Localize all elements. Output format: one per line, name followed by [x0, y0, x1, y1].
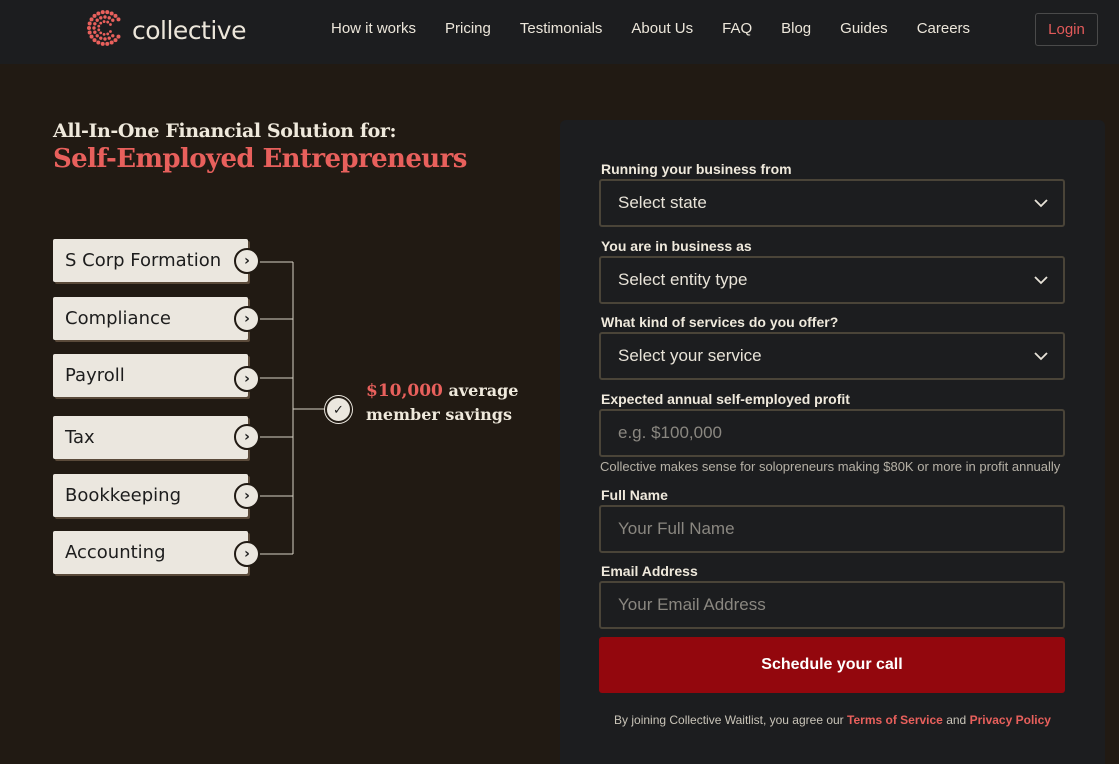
- nav-link-about-us[interactable]: About Us: [631, 20, 693, 37]
- service-item-bookkeeping[interactable]: Bookkeeping ›: [53, 474, 260, 517]
- privacy-policy-link[interactable]: Privacy Policy: [970, 713, 1051, 727]
- service-item-tax[interactable]: Tax ›: [53, 416, 260, 459]
- service-item-accounting[interactable]: Accounting ›: [53, 531, 260, 574]
- service-label: Tax: [65, 427, 95, 448]
- savings-callout: $10,000 average member savings: [366, 379, 518, 427]
- service-item-payroll[interactable]: Payroll ›: [53, 354, 260, 397]
- service-select[interactable]: Select your service: [599, 332, 1065, 380]
- profit-input[interactable]: e.g. $100,000: [599, 409, 1065, 457]
- nav-link-pricing[interactable]: Pricing: [445, 20, 491, 37]
- chevron-right-icon: ›: [234, 483, 260, 509]
- nav-links: How it works Pricing Testimonials About …: [331, 20, 999, 37]
- savings-text-average: average: [448, 381, 519, 400]
- chevron-right-icon: ›: [234, 424, 260, 450]
- entity-select[interactable]: Select entity type: [599, 256, 1065, 304]
- savings-amount: $10,000: [366, 381, 443, 401]
- chevron-down-icon: [1034, 276, 1048, 285]
- terms-of-service-link[interactable]: Terms of Service: [847, 713, 943, 727]
- entity-select-value: Select entity type: [618, 270, 748, 289]
- chevron-right-icon: ›: [234, 541, 260, 567]
- nav-link-faq[interactable]: FAQ: [722, 20, 752, 37]
- service-label: Payroll: [65, 365, 125, 386]
- entity-label: You are in business as: [601, 238, 752, 254]
- profit-hint: Collective makes sense for solopreneurs …: [600, 459, 1061, 474]
- full-name-label: Full Name: [601, 487, 668, 503]
- checkmark-icon: ✓: [325, 396, 352, 423]
- service-item-s-corp-formation[interactable]: S Corp Formation ›: [53, 239, 260, 282]
- service-type-label: What kind of services do you offer?: [601, 314, 839, 330]
- service-select-value: Select your service: [618, 346, 762, 365]
- email-input[interactable]: Your Email Address: [599, 581, 1065, 629]
- chevron-right-icon: ›: [234, 366, 260, 392]
- service-label: Compliance: [65, 308, 171, 329]
- nav-link-careers[interactable]: Careers: [917, 20, 970, 37]
- state-select[interactable]: Select state: [599, 179, 1065, 227]
- state-select-value: Select state: [618, 193, 707, 212]
- chevron-down-icon: [1034, 199, 1048, 208]
- chevron-down-icon: [1034, 352, 1048, 361]
- state-label: Running your business from: [601, 161, 792, 177]
- savings-text-member: member savings: [366, 405, 512, 424]
- schedule-call-button[interactable]: Schedule your call: [599, 637, 1065, 693]
- legal-prefix: By joining Collective Waitlist, you agre…: [614, 713, 844, 727]
- nav-link-blog[interactable]: Blog: [781, 20, 811, 37]
- full-name-input[interactable]: Your Full Name: [599, 505, 1065, 553]
- service-label: Accounting: [65, 542, 166, 563]
- legal-notice: By joining Collective Waitlist, you agre…: [560, 713, 1105, 727]
- chevron-right-icon: ›: [234, 248, 260, 274]
- service-label: S Corp Formation: [65, 250, 222, 271]
- email-label: Email Address: [601, 563, 698, 579]
- login-button[interactable]: Login: [1035, 13, 1098, 46]
- service-label: Bookkeeping: [65, 485, 181, 506]
- legal-and: and: [946, 713, 967, 727]
- nav-link-guides[interactable]: Guides: [840, 20, 888, 37]
- profit-label: Expected annual self-employed profit: [601, 391, 850, 407]
- nav-link-testimonials[interactable]: Testimonials: [520, 20, 603, 37]
- service-item-compliance[interactable]: Compliance ›: [53, 297, 260, 340]
- chevron-right-icon: ›: [234, 306, 260, 332]
